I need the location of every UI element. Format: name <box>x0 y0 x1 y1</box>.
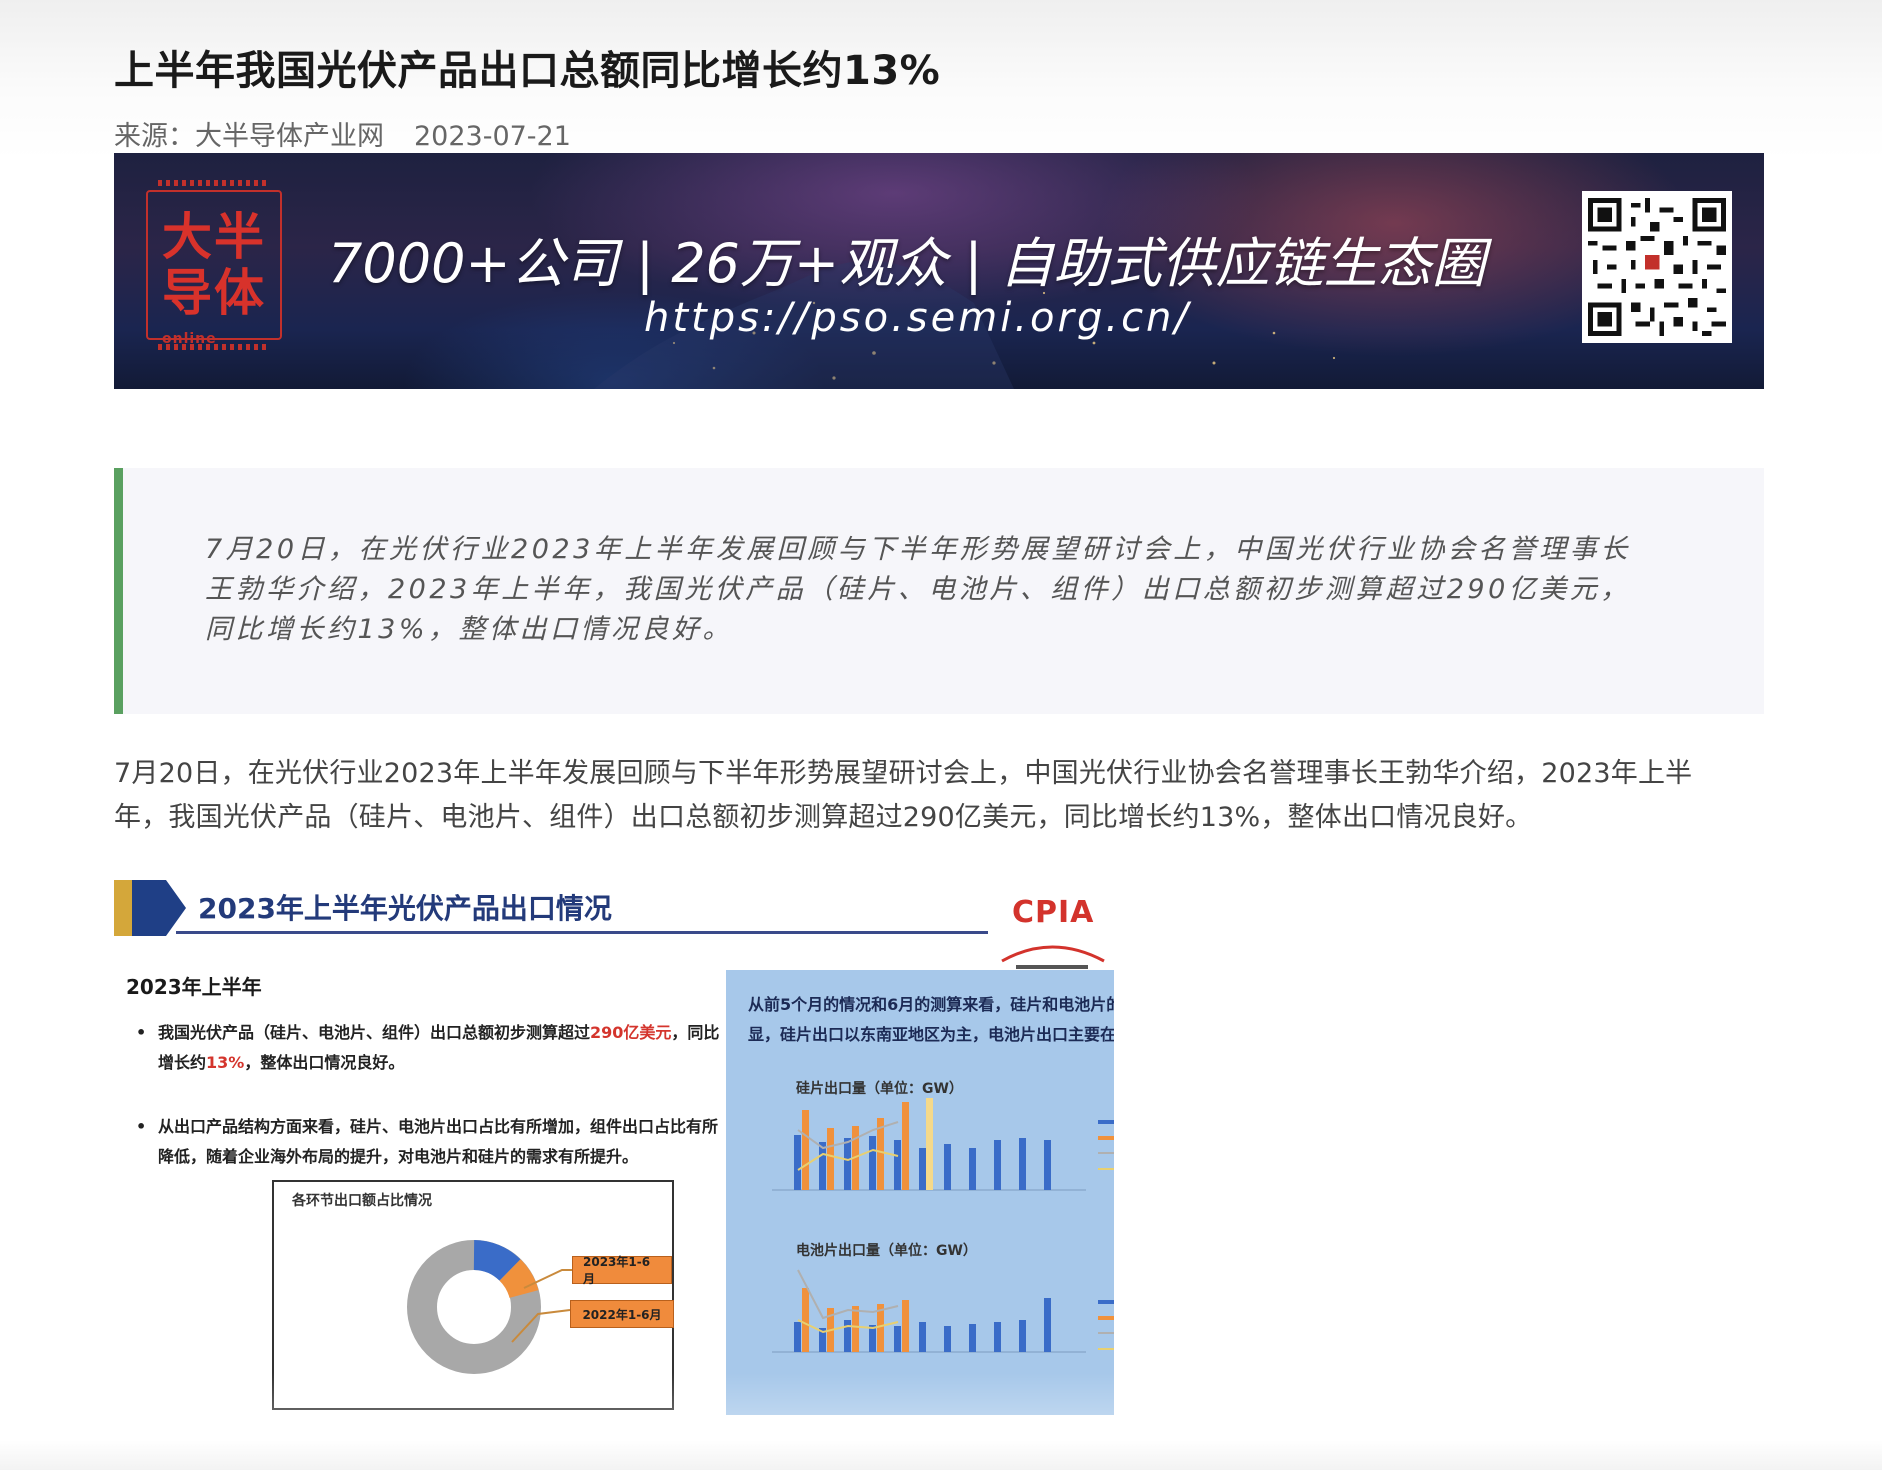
tag-2023: 2023年1-6月 <box>572 1255 672 1286</box>
chart-2-legend <box>1098 1300 1114 1350</box>
summary-quote: 7月20日，在光伏行业2023年上半年发展回顾与下半年形势展望研讨会上，中国光伏… <box>114 468 1764 714</box>
article-date: 2023-07-21 <box>414 121 571 152</box>
slide-title-rule <box>176 931 988 934</box>
banner-headline: 7000+公司 | 26万+观众 | 自助式供应链生态圈 <box>328 232 1486 295</box>
chart-1-bars-2023 <box>802 1102 909 1190</box>
slide-bullet-2: 从出口产品结构方面来看，硅片、电池片出口占比有所增加，组件出口占比有所降低，随着… <box>126 1112 726 1172</box>
slide-year-heading: 2023年上半年 <box>126 975 262 999</box>
chart-1-bar-june-estimate <box>926 1098 933 1190</box>
promo-banner[interactable]: 大半导体 online 7000+公司 | 26万+观众 | 自助式供应链生态圈… <box>114 153 1764 389</box>
summary-quote-text: 7月20日，在光伏行业2023年上半年发展回顾与下半年形势展望研讨会上，中国光伏… <box>205 534 1631 645</box>
article-paragraph: 7月20日，在光伏行业2023年上半年发展回顾与下半年形势展望研讨会上，中国光伏… <box>114 758 1693 833</box>
slide-bullet-1: 我国光伏产品（硅片、电池片、组件）出口总额初步测算超过290亿美元，同比增长约1… <box>126 1018 726 1078</box>
qr-code-icon <box>1582 191 1732 343</box>
export-share-donut <box>407 1240 541 1374</box>
page-title: 上半年我国光伏产品出口总额同比增长约13% <box>114 48 941 94</box>
article-meta: 来源：大半导体产业网 2023-07-21 <box>114 114 571 153</box>
banner-logo-text: 大半导体 <box>162 208 266 322</box>
banner-url[interactable]: https://pso.semi.org.cn/ <box>644 295 1191 341</box>
chart-2-bars-2023 <box>802 1288 909 1352</box>
tag-2022: 2022年1-6月 <box>570 1300 674 1328</box>
slide-left-column: 2023年上半年 我国光伏产品（硅片、电池片、组件）出口总额初步测算超过290亿… <box>126 971 726 1172</box>
banner-logo: 大半导体 <box>146 180 282 350</box>
slide-title: 2023年上半年光伏产品出口情况 <box>198 892 612 925</box>
export-charts-panel: 从前5个月的情况和6月的测算来看，硅片和电池片的出口量增速明显，硅片出口以东南亚… <box>726 970 1114 1415</box>
cpia-logo: CPIA <box>992 895 1112 975</box>
export-volume-charts <box>772 1098 1114 1353</box>
banner-logo-sub: online <box>162 331 217 347</box>
article-figure: 2023年上半年光伏产品出口情况 CPIA 2023年上半年 我国光伏产品（硅片… <box>114 875 1114 1415</box>
chart-1-legend <box>1098 1120 1114 1170</box>
article-source: 来源：大半导体产业网 <box>114 121 384 152</box>
